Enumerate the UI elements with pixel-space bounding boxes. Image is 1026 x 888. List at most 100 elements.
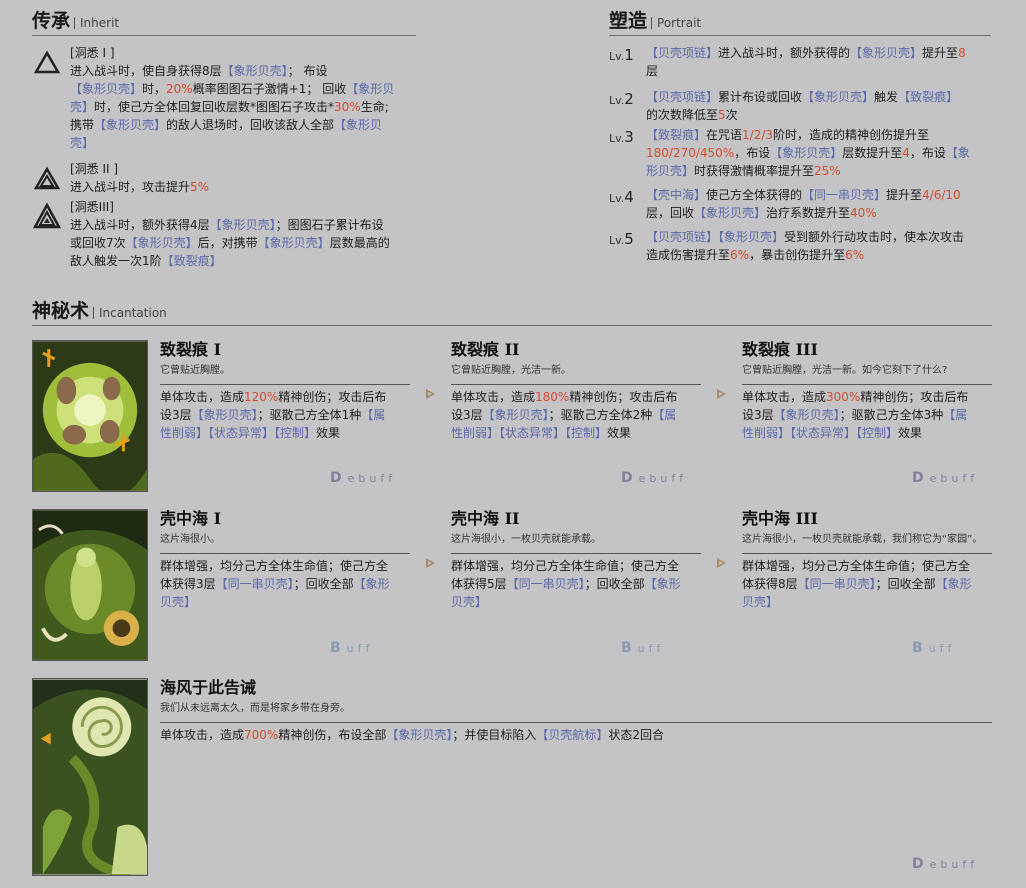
keyword-link[interactable]: 性削弱】【状态异常】【控制】 bbox=[160, 426, 316, 440]
text-segment: 治疗系数提升至 bbox=[766, 206, 851, 220]
keyword-link[interactable]: 【象形贝壳】 bbox=[192, 408, 258, 422]
keyword-link[interactable]: 壳】 bbox=[70, 136, 94, 150]
text-segment: 层数提升至 bbox=[842, 146, 903, 160]
keyword-link[interactable]: 【象形贝 bbox=[346, 82, 394, 96]
keyword-link[interactable]: 【象 bbox=[946, 146, 970, 160]
keyword-link[interactable]: 贝壳】 bbox=[742, 595, 778, 609]
keyword-link[interactable]: 【象形贝壳】 bbox=[210, 218, 276, 232]
keyword-link[interactable]: 【贝壳项链】 bbox=[646, 46, 718, 60]
keyword-link[interactable]: 【致裂痕】 bbox=[898, 90, 958, 104]
keyword-link[interactable]: 性削弱】【状态异常】【控制】 bbox=[742, 426, 898, 440]
text-line: 或回收7次【象形贝壳】后，对携带【象形贝壳】层数最高的 bbox=[70, 234, 415, 252]
value-text: 5% bbox=[190, 180, 210, 194]
level-description: 【贝壳项链】累计布设或回收【象形贝壳】触发【致裂痕】 的次数降低至5次 bbox=[646, 88, 991, 124]
keyword-link[interactable]: 【象形 bbox=[645, 577, 681, 591]
text-segment: 单体攻击，造成 bbox=[451, 390, 536, 404]
text-line: 敌人触发一次1阶【致裂痕】 bbox=[70, 252, 415, 270]
keyword-link[interactable]: 性削弱】【状态异常】【控制】 bbox=[451, 426, 607, 440]
debuff-tag-icon: Debuff bbox=[912, 856, 979, 872]
text-line: 造成伤害提升至6%，暴击创伤提升至6% bbox=[646, 246, 991, 264]
text-segment: 提升至 bbox=[922, 46, 959, 60]
keyword-link[interactable]: 【壳中海】 bbox=[646, 188, 706, 202]
text-line: 性削弱】【状态异常】【控制】效果 bbox=[160, 424, 410, 442]
keyword-link[interactable]: 【象形贝壳】 bbox=[718, 230, 784, 244]
text-segment: 设3层 bbox=[160, 408, 192, 422]
keyword-link[interactable]: 【贝壳项链】 bbox=[646, 230, 718, 244]
keyword-link[interactable]: 【同一串贝壳】 bbox=[802, 188, 886, 202]
keyword-link[interactable]: 贝壳】 bbox=[451, 595, 487, 609]
inherit-header: 传承 Inherit bbox=[32, 6, 416, 36]
text-segment: 单体攻击，造成 bbox=[742, 390, 827, 404]
keyword-link[interactable]: 【贝壳航标】 bbox=[536, 728, 608, 742]
value-text: 4/6/10 bbox=[922, 188, 961, 202]
incantation-header: 神秘术 Incantation bbox=[32, 296, 992, 326]
text-segment: 体获得8层 bbox=[742, 577, 798, 591]
keyword-link[interactable]: 【同一串贝壳】 bbox=[216, 577, 294, 591]
keyword-link[interactable]: 【象形贝壳】 bbox=[386, 728, 452, 742]
text-segment: 设3层 bbox=[742, 408, 774, 422]
skill-description: 单体攻击，造成700%精神创伤，布设全部【象形贝壳】；并使目标陷入【贝壳航标】状… bbox=[160, 726, 992, 744]
keyword-link[interactable]: 形贝壳】 bbox=[646, 164, 694, 178]
buff-tag-icon: Buff bbox=[621, 640, 665, 656]
text-line: 单体攻击，造成180%精神创伤；攻击后布 bbox=[451, 388, 701, 406]
keyword-link[interactable]: 【象形贝壳】 bbox=[222, 64, 288, 78]
text-line: 【贝壳项链】累计布设或回收【象形贝壳】触发【致裂痕】 bbox=[646, 88, 991, 106]
skill-description: 单体攻击，造成180%精神创伤；攻击后布 设3层【象形贝壳】；驱散己方全体2种【属… bbox=[451, 388, 701, 442]
skill-quote: 它曾贴近胸膛，光洁一新。 bbox=[451, 364, 701, 385]
keyword-link[interactable]: 【致裂痕】 bbox=[162, 254, 222, 268]
skill-description: 单体攻击，造成120%精神创伤；攻击后布 设3层【象形贝壳】；驱散己方全体1种【属… bbox=[160, 388, 410, 442]
text-segment: 精神创伤；攻击后布 bbox=[860, 390, 969, 404]
keyword-link[interactable]: 【象形贝壳】 bbox=[94, 118, 166, 132]
keyword-link[interactable]: 【象形贝壳】 bbox=[126, 236, 198, 250]
keyword-link[interactable]: 【属 bbox=[943, 408, 967, 422]
keyword-link[interactable]: 【象形贝壳】 bbox=[850, 46, 922, 60]
text-segment: 在咒语 bbox=[706, 128, 743, 142]
skill-quote: 这片海很小。 bbox=[160, 533, 410, 554]
text-line: 进入战斗时，攻击提升5% bbox=[70, 178, 415, 196]
text-segment: 受到额外行动攻击时，使本次攻击 bbox=[784, 230, 965, 244]
keyword-link[interactable]: 【象形贝壳】 bbox=[802, 90, 874, 104]
keyword-link[interactable]: 【象形贝壳】 bbox=[70, 82, 142, 96]
keyword-link[interactable]: 【象形 bbox=[936, 577, 972, 591]
text-segment: 进入战斗时，额外获得4层 bbox=[70, 218, 210, 232]
debuff-tag-icon: Debuff bbox=[330, 470, 397, 486]
text-line: 进入战斗时，额外获得4层【象形贝壳】；图图石子累计布设 bbox=[70, 216, 415, 234]
keyword-link[interactable]: 【属 bbox=[361, 408, 385, 422]
keyword-link[interactable]: 【象形贝壳】 bbox=[483, 408, 549, 422]
skill-name: 壳中海 I bbox=[160, 509, 222, 528]
keyword-link[interactable]: 【象形贝 bbox=[334, 118, 382, 132]
text-line: 壳】 bbox=[70, 134, 415, 152]
text-segment: 体获得3层 bbox=[160, 577, 216, 591]
text-line: 单体攻击，造成300%精神创伤；攻击后布 bbox=[742, 388, 992, 406]
keyword-link[interactable]: 【象形贝壳】 bbox=[774, 408, 840, 422]
keyword-link[interactable]: 贝壳】 bbox=[160, 595, 196, 609]
text-line: 贝壳】 bbox=[160, 593, 410, 611]
keyword-link[interactable]: 【象形 bbox=[354, 577, 390, 591]
keyword-link[interactable]: 【同一串贝壳】 bbox=[798, 577, 876, 591]
keyword-link[interactable]: 壳】 bbox=[70, 100, 94, 114]
text-line: 【象形贝壳】时，20%概率图图石子激情+1； 回收【象形贝 bbox=[70, 80, 415, 98]
text-line: 【壳中海】使己方全体获得的【同一串贝壳】提升至4/6/10 bbox=[646, 186, 991, 204]
text-segment: ；图图石子累计布设 bbox=[275, 218, 384, 232]
text-line: 【贝壳项链】进入战斗时，额外获得的【象形贝壳】提升至8 bbox=[646, 44, 991, 62]
keyword-link[interactable]: 【象形贝壳】 bbox=[694, 206, 766, 220]
upgrade-arrow-icon bbox=[717, 389, 726, 399]
text-line: 层，回收【象形贝壳】治疗系数提升至40% bbox=[646, 204, 991, 222]
keyword-link[interactable]: 【同一串贝壳】 bbox=[507, 577, 585, 591]
text-segment: 效果 bbox=[316, 426, 341, 440]
text-segment: 的敌人退场时，回收该敌人全部 bbox=[166, 118, 335, 132]
keyword-link[interactable]: 【象形贝壳】 bbox=[258, 236, 330, 250]
text-line: 体获得5层【同一串贝壳】；回收全部【象形 bbox=[451, 575, 701, 593]
text-segment: 敌人触发一次1阶 bbox=[70, 254, 162, 268]
keyword-link[interactable]: 【属 bbox=[652, 408, 676, 422]
text-segment: 状态2回合 bbox=[608, 728, 665, 742]
text-line: 单体攻击，造成120%精神创伤；攻击后布 bbox=[160, 388, 410, 406]
value-text: 8 bbox=[958, 46, 966, 60]
keyword-link[interactable]: 【贝壳项链】 bbox=[646, 90, 718, 104]
keyword-link[interactable]: 【致裂痕】 bbox=[646, 128, 706, 142]
value-text: 1/2/3 bbox=[742, 128, 774, 142]
keyword-link[interactable]: 【象形贝壳】 bbox=[770, 146, 842, 160]
skill-description: 群体增强，均分己方全体生命值；使己方全 体获得8层【同一串贝壳】；回收全部【象形贝… bbox=[742, 557, 992, 611]
text-line: 性削弱】【状态异常】【控制】效果 bbox=[742, 424, 992, 442]
text-line: 【贝壳项链】【象形贝壳】受到额外行动攻击时，使本次攻击 bbox=[646, 228, 991, 246]
